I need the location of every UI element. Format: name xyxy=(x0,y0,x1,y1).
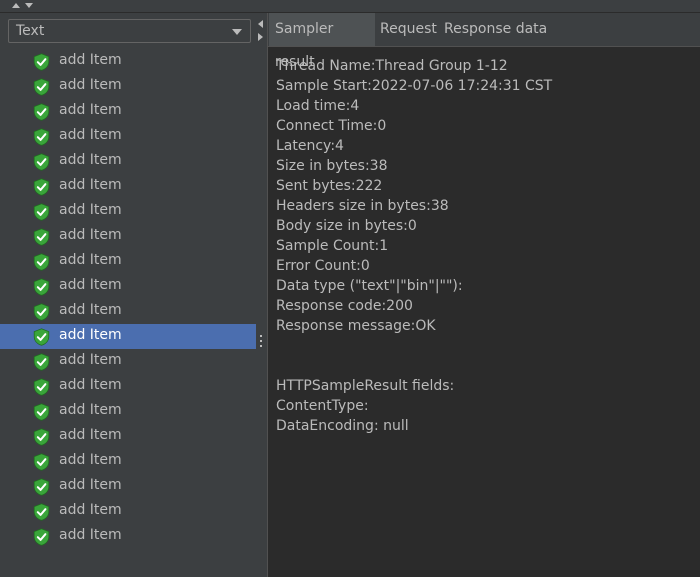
tree-item-label: add Item xyxy=(59,277,122,293)
tree-item[interactable]: add Item xyxy=(0,174,256,199)
shield-check-icon xyxy=(33,153,50,171)
result-line: Latency:4 xyxy=(276,138,344,154)
result-line: Headers size in bytes:38 xyxy=(276,198,449,214)
result-line: Load time:4 xyxy=(276,98,360,114)
result-line: Size in bytes:38 xyxy=(276,158,388,174)
view-mode-select[interactable]: Text xyxy=(8,19,251,43)
result-tabs: Sampler result Request Response data xyxy=(268,13,700,70)
tree-item[interactable]: add Item xyxy=(0,199,256,224)
result-line: DataEncoding: null xyxy=(276,418,409,434)
expand-down-icon[interactable] xyxy=(25,3,33,8)
shield-check-icon xyxy=(33,178,50,196)
top-toolbar xyxy=(0,0,700,13)
result-line: Connect Time:0 xyxy=(276,118,387,134)
tab-response-data[interactable]: Response data xyxy=(444,13,554,46)
shield-check-icon xyxy=(33,203,50,221)
result-line: Error Count:0 xyxy=(276,258,370,274)
collapse-up-icon[interactable] xyxy=(12,3,20,8)
tree-item-label: add Item xyxy=(59,52,122,68)
result-line: Body size in bytes:0 xyxy=(276,218,417,234)
result-line: Sample Start:2022-07-06 17:24:31 CST xyxy=(276,78,553,94)
tree-item-label: add Item xyxy=(59,252,122,268)
tree-item[interactable]: add Item xyxy=(0,99,256,124)
tree-item-label: add Item xyxy=(59,427,122,443)
tree-item[interactable]: add Item xyxy=(0,49,256,74)
tree-item-label: add Item xyxy=(59,327,122,343)
result-line: Data type ("text"|"bin"|""): xyxy=(276,278,463,294)
result-line: Sample Count:1 xyxy=(276,238,389,254)
collapse-left-icon[interactable] xyxy=(258,20,263,28)
tree-item-label: add Item xyxy=(59,302,122,318)
tree-item-label: add Item xyxy=(59,377,122,393)
shield-check-icon xyxy=(33,403,50,421)
tree-item[interactable]: add Item xyxy=(0,249,256,274)
result-line xyxy=(276,356,696,376)
shield-check-icon xyxy=(33,128,50,146)
tree-item-label: add Item xyxy=(59,102,122,118)
tree-item[interactable]: add Item xyxy=(0,274,256,299)
tree-item-label: add Item xyxy=(59,177,122,193)
results-tree-pane: Text add Item add Item add Item add Item add… xyxy=(0,13,256,577)
shield-check-icon xyxy=(33,303,50,321)
tree-item[interactable]: add Item xyxy=(0,224,256,249)
result-line: ContentType: xyxy=(276,398,369,414)
result-line: Response message:OK xyxy=(276,318,436,334)
tree-item[interactable]: add Item xyxy=(0,349,256,374)
result-line: Sent bytes:222 xyxy=(276,178,383,194)
shield-check-icon xyxy=(33,528,50,546)
results-tree: add Item add Item add Item add Item add Item… xyxy=(0,49,256,549)
tree-item-label: add Item xyxy=(59,402,122,418)
tree-item[interactable]: add Item xyxy=(0,449,256,474)
shield-check-icon xyxy=(33,328,50,346)
result-line: Thread Name:Thread Group 1-12 xyxy=(276,58,508,74)
result-line xyxy=(276,336,696,356)
tree-item-label: add Item xyxy=(59,202,122,218)
result-line: Response code:200 xyxy=(276,298,413,314)
tree-item[interactable]: add Item xyxy=(0,74,256,99)
view-mode-value: Text xyxy=(16,23,45,39)
tree-item[interactable]: add Item xyxy=(0,299,256,324)
tree-item[interactable]: add Item xyxy=(0,324,256,349)
tab-request[interactable]: Request xyxy=(380,13,440,46)
chevron-down-icon[interactable] xyxy=(232,29,242,35)
shield-check-icon xyxy=(33,78,50,96)
tree-item-label: add Item xyxy=(59,77,122,93)
tree-item-label: add Item xyxy=(59,502,122,518)
shield-check-icon xyxy=(33,103,50,121)
tree-item[interactable]: add Item xyxy=(0,374,256,399)
shield-check-icon xyxy=(33,278,50,296)
tab-sampler-result[interactable]: Sampler result xyxy=(269,13,375,70)
tree-item-label: add Item xyxy=(59,452,122,468)
shield-check-icon xyxy=(33,503,50,521)
tree-item-label: add Item xyxy=(59,152,122,168)
pane-splitter[interactable] xyxy=(256,13,267,577)
shield-check-icon xyxy=(33,253,50,271)
shield-check-icon xyxy=(33,478,50,496)
tree-item[interactable]: add Item xyxy=(0,524,256,549)
tree-item[interactable]: add Item xyxy=(0,424,256,449)
tree-item[interactable]: add Item xyxy=(0,499,256,524)
splitter-grip-icon[interactable] xyxy=(260,335,262,350)
tree-item[interactable]: add Item xyxy=(0,124,256,149)
tree-item[interactable]: add Item xyxy=(0,474,256,499)
shield-check-icon xyxy=(33,53,50,71)
tree-item-label: add Item xyxy=(59,227,122,243)
shield-check-icon xyxy=(33,228,50,246)
result-line: HTTPSampleResult fields: xyxy=(276,378,455,394)
shield-check-icon xyxy=(33,353,50,371)
tree-item-label: add Item xyxy=(59,352,122,368)
tree-item[interactable]: add Item xyxy=(0,149,256,174)
tree-item[interactable]: add Item xyxy=(0,399,256,424)
sampler-result-text: Thread Name:Thread Group 1-12 Sample Star… xyxy=(276,56,696,436)
tree-item-label: add Item xyxy=(59,477,122,493)
shield-check-icon xyxy=(33,453,50,471)
tree-item-label: add Item xyxy=(59,127,122,143)
result-detail-pane: Sampler result Request Response data Thr… xyxy=(267,13,700,577)
shield-check-icon xyxy=(33,428,50,446)
expand-right-icon[interactable] xyxy=(258,33,263,41)
tree-item-label: add Item xyxy=(59,527,122,543)
shield-check-icon xyxy=(33,378,50,396)
